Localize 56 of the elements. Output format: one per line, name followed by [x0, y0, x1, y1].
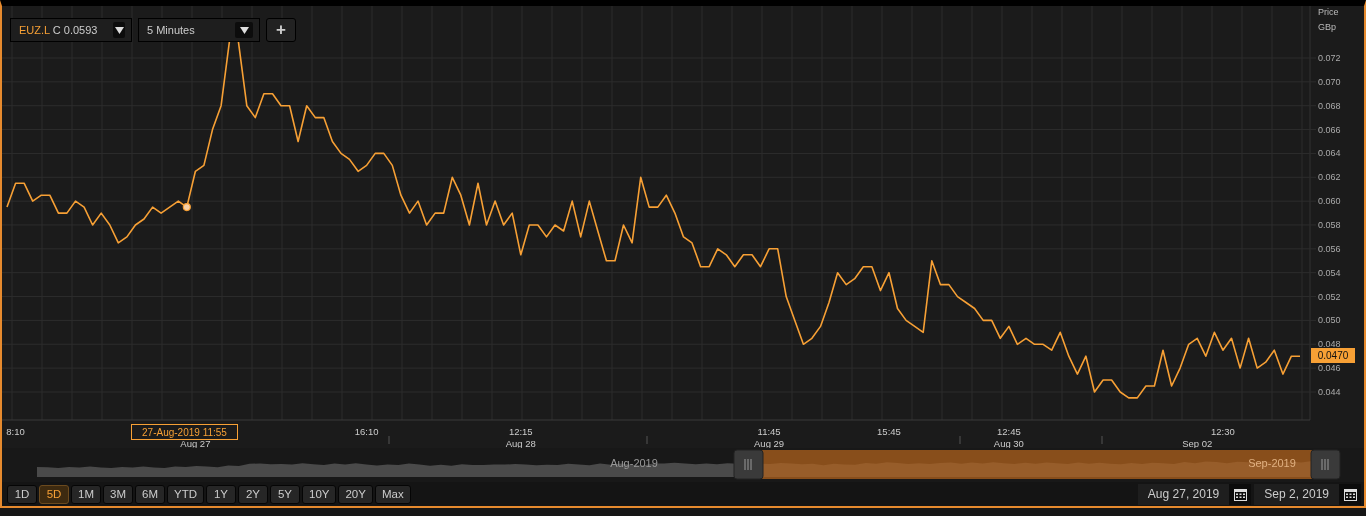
range-button[interactable]: 3M: [103, 484, 133, 504]
last-price-tag: 0.0470: [1311, 348, 1355, 363]
y-axis-label: 0.058: [1318, 220, 1341, 230]
caret-icon: [239, 26, 249, 34]
x-axis-label: 12:45: [996, 426, 1021, 437]
add-button[interactable]: +: [266, 18, 296, 42]
slider-handle[interactable]: [733, 449, 764, 480]
x-axis-label: 12:30: [1211, 426, 1235, 437]
date-value: Sep 2, 2019: [1263, 487, 1330, 501]
range-button[interactable]: Max: [374, 484, 411, 504]
interval-dropdown[interactable]: 5 Minutes: [138, 18, 260, 42]
axis-unit: GBp: [1318, 22, 1336, 32]
month-label: Sep-2019: [1248, 457, 1296, 469]
y-axis-label: 0.068: [1318, 100, 1341, 111]
range-button[interactable]: 10Y: [302, 484, 337, 504]
range-button[interactable]: 5Y: [270, 484, 300, 504]
end-date-field[interactable]: Sep 2, 2019: [1254, 483, 1361, 505]
y-axis-label: 0.044: [1318, 386, 1341, 397]
y-axis-label: 0.064: [1318, 148, 1341, 159]
axis-title: Price: [1318, 7, 1339, 17]
calendar-button[interactable]: [1229, 483, 1252, 505]
calendar-button[interactable]: [1339, 483, 1361, 505]
hover-point: [182, 203, 191, 212]
y-axis-label: 0.046: [1318, 363, 1341, 374]
x-axis-label: 12:15: [508, 426, 533, 437]
y-axis-label: 0.052: [1318, 291, 1341, 302]
range-button[interactable]: 1D: [7, 484, 37, 504]
x-axis-label: 11:45: [757, 426, 781, 437]
y-axis-label: 0.070: [1318, 76, 1341, 87]
crosshair-tooltip: 27-Aug-2019 11:55: [131, 424, 238, 440]
range-button[interactable]: 2Y: [238, 484, 268, 504]
y-axis-label: 0.062: [1318, 172, 1341, 183]
y-axis-label: 0.056: [1318, 243, 1341, 254]
caret-icon: [114, 26, 124, 34]
range-button[interactable]: 5D: [39, 484, 69, 504]
x-axis-label: 8:10: [6, 426, 25, 437]
slider-handle[interactable]: [1310, 449, 1341, 480]
y-axis-label: 0.060: [1318, 196, 1341, 207]
y-axis-label: 0.066: [1318, 124, 1341, 135]
range-button[interactable]: 6M: [135, 484, 165, 504]
start-date-field[interactable]: Aug 27, 2019: [1137, 483, 1252, 505]
y-axis-label: 0.072: [1318, 53, 1341, 63]
month-label: Aug-2019: [610, 457, 658, 469]
range-button[interactable]: 1M: [71, 484, 101, 504]
date-value: Aug 27, 2019: [1146, 487, 1221, 501]
range-button[interactable]: 1Y: [206, 484, 236, 504]
symbol-dropdown[interactable]: EUZ.L C 0.0593: [10, 18, 132, 42]
calendar-icon: [1233, 487, 1247, 501]
y-axis-label: 0.050: [1318, 315, 1341, 326]
y-axis-label: 0.054: [1318, 267, 1341, 278]
range-button[interactable]: 20Y: [338, 484, 373, 504]
calendar-icon: [1343, 487, 1357, 501]
y-axis-label: 0.048: [1318, 339, 1341, 350]
range-button[interactable]: YTD: [167, 484, 204, 504]
x-axis-label: 15:45: [877, 426, 901, 437]
x-axis-label: 16:10: [354, 426, 379, 437]
